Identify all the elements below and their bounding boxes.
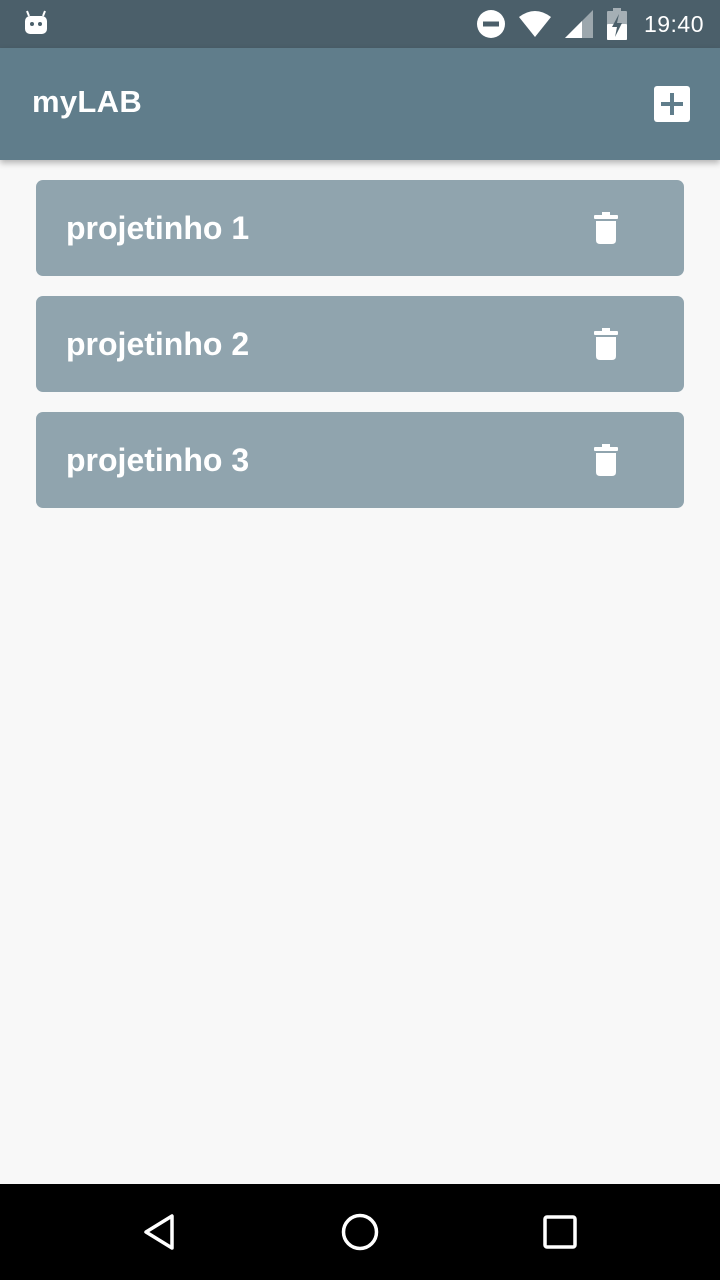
battery-charging-icon — [606, 8, 627, 40]
delete-project-button[interactable] — [588, 326, 624, 362]
trash-icon — [594, 444, 618, 476]
list-item[interactable]: projetinho 2 — [36, 296, 684, 392]
project-name: projetinho 3 — [66, 442, 250, 478]
back-button[interactable] — [136, 1208, 184, 1256]
trash-icon — [594, 212, 618, 244]
app-bar: myLAB — [0, 48, 720, 160]
navigation-bar — [0, 1184, 720, 1280]
home-button[interactable] — [336, 1208, 384, 1256]
status-icons: 19:40 — [476, 0, 704, 48]
do-not-disturb-icon — [476, 10, 505, 38]
wifi-icon — [518, 11, 551, 37]
delete-project-button[interactable] — [588, 442, 624, 478]
project-name: projetinho 2 — [66, 326, 250, 362]
project-name: projetinho 1 — [66, 210, 250, 246]
status-time: 19:40 — [643, 10, 704, 37]
add-project-button[interactable] — [654, 86, 690, 122]
home-icon — [341, 1213, 379, 1251]
signal-icon — [564, 10, 593, 38]
recents-icon — [543, 1215, 577, 1249]
delete-project-button[interactable] — [588, 210, 624, 246]
status-bar: 19:40 — [0, 0, 720, 48]
trash-icon — [594, 328, 618, 360]
list-item[interactable]: projetinho 1 — [36, 180, 684, 276]
back-icon — [144, 1214, 174, 1250]
android-debug-icon — [25, 10, 47, 34]
recents-button[interactable] — [536, 1208, 584, 1256]
list-item[interactable]: projetinho 3 — [36, 412, 684, 508]
project-list: projetinho 1 projetinho 2 projetinho 3 — [36, 180, 684, 528]
app-title: myLAB — [32, 84, 143, 119]
